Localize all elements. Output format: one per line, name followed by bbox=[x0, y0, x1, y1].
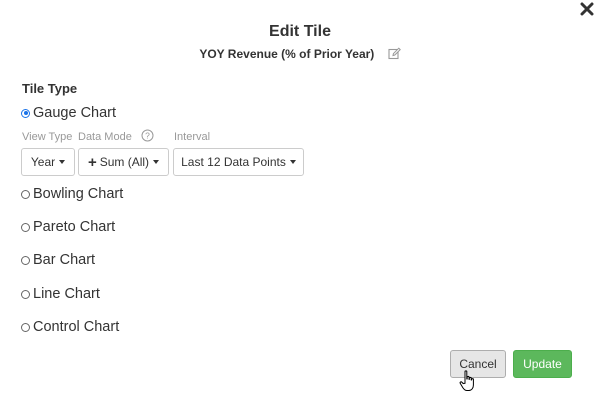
radio-label: Line Chart bbox=[33, 286, 100, 302]
radio-button[interactable] bbox=[21, 222, 30, 232]
data-mode-value: Sum (All) bbox=[99, 155, 150, 169]
interval-value: Last 12 Data Points bbox=[181, 155, 286, 169]
radio-pareto-chart[interactable]: Pareto Chart bbox=[21, 219, 115, 235]
caret-down-icon bbox=[289, 160, 296, 164]
tile-name-text: YOY Revenue (% of Prior Year) bbox=[199, 47, 375, 61]
data-mode-label: Data Mode bbox=[78, 131, 132, 143]
dialog-title: Edit Tile bbox=[269, 23, 331, 40]
interval-dropdown[interactable]: Last 12 Data Points bbox=[173, 148, 304, 176]
radio-gauge-chart[interactable]: Gauge Chart bbox=[21, 105, 116, 121]
radio-button[interactable] bbox=[21, 255, 30, 265]
interval-label: Interval bbox=[174, 131, 211, 143]
plus-icon: + bbox=[87, 153, 97, 171]
radio-label: Gauge Chart bbox=[33, 105, 117, 121]
close-icon[interactable] bbox=[580, 2, 594, 16]
radio-label: Bowling Chart bbox=[33, 186, 124, 202]
tile-type-label: Tile Type bbox=[22, 81, 78, 96]
view-type-dropdown[interactable]: Year bbox=[21, 148, 75, 176]
caret-down-icon bbox=[59, 160, 66, 164]
radio-bar-chart[interactable]: Bar Chart bbox=[21, 252, 95, 268]
radio-control-chart[interactable]: Control Chart bbox=[21, 319, 119, 335]
hand-pointer-icon bbox=[459, 370, 474, 391]
help-icon[interactable]: ? bbox=[141, 129, 154, 142]
data-mode-dropdown[interactable]: + Sum (All) bbox=[78, 148, 169, 176]
edit-icon[interactable] bbox=[388, 47, 401, 60]
update-button[interactable]: Update bbox=[513, 350, 572, 378]
radio-button[interactable] bbox=[21, 189, 30, 199]
radio-button[interactable] bbox=[21, 289, 30, 299]
view-type-value: Year bbox=[30, 155, 56, 169]
view-type-label: View Type bbox=[22, 131, 73, 143]
radio-button[interactable] bbox=[21, 108, 30, 118]
radio-bowling-chart[interactable]: Bowling Chart bbox=[21, 186, 123, 202]
radio-label: Bar Chart bbox=[33, 252, 96, 268]
radio-label: Pareto Chart bbox=[33, 219, 116, 235]
radio-line-chart[interactable]: Line Chart bbox=[21, 286, 100, 302]
radio-button[interactable] bbox=[21, 322, 30, 332]
tile-name: YOY Revenue (% of Prior Year) bbox=[0, 47, 600, 61]
radio-label: Control Chart bbox=[33, 319, 120, 335]
caret-down-icon bbox=[153, 160, 160, 164]
svg-text:?: ? bbox=[145, 131, 150, 141]
